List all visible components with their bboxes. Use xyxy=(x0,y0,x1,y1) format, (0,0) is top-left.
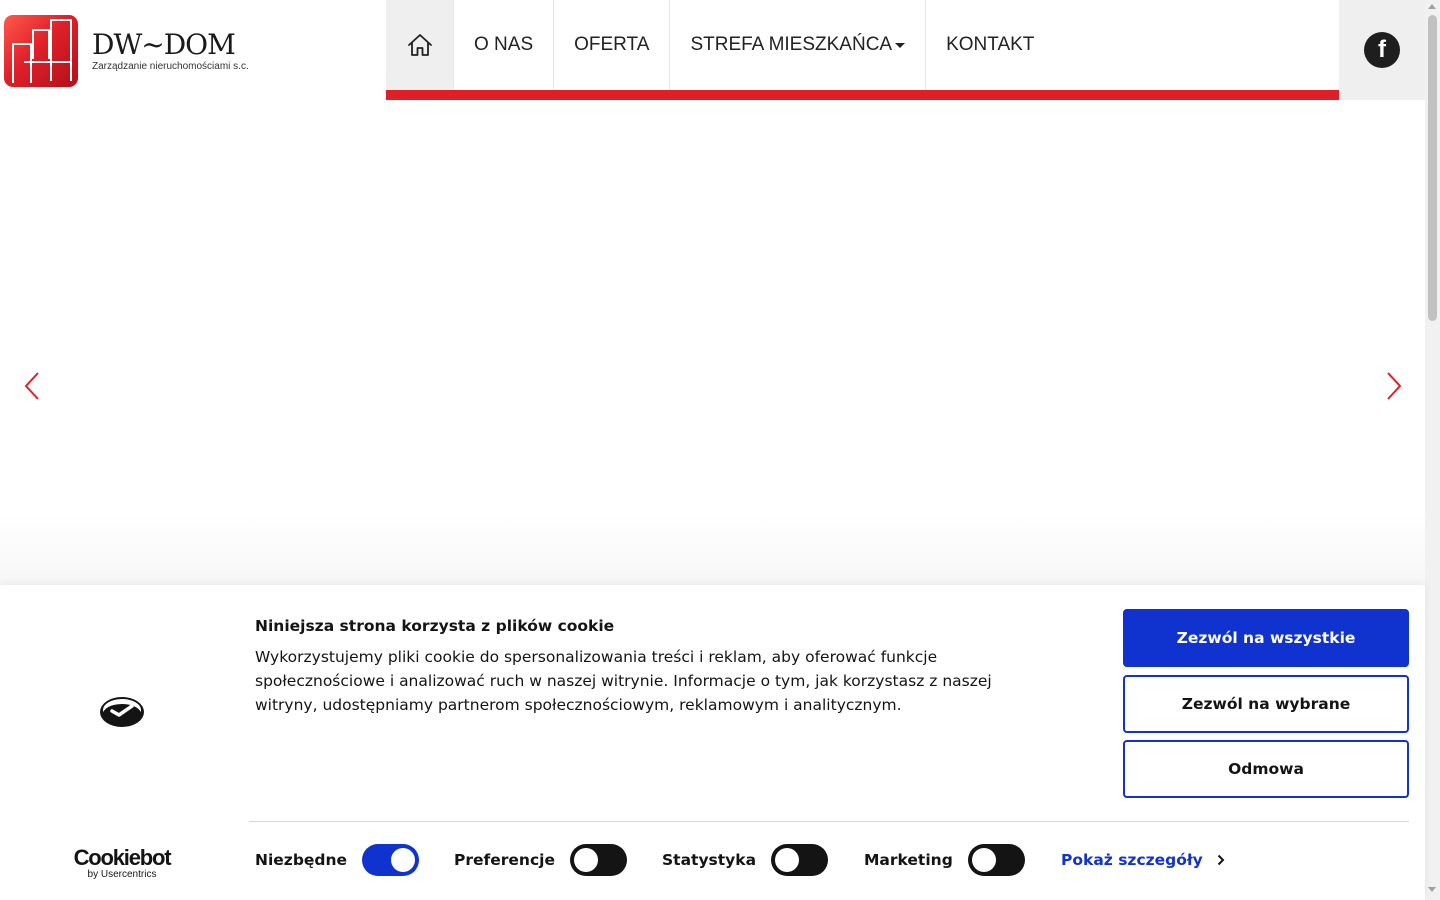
toggle-marketing: Marketing xyxy=(864,844,1025,876)
logo-mark xyxy=(4,15,78,87)
logo-text: DW~DOM Zarządzanie nieruchomościami s.c. xyxy=(92,28,249,73)
cookie-divider xyxy=(249,821,1409,822)
cookiebot-brand[interactable]: Cookiebot by Usercentrics xyxy=(70,846,174,880)
cookie-banner: Niniejsza strona korzysta z plików cooki… xyxy=(0,585,1425,900)
statistics-switch[interactable] xyxy=(771,844,829,876)
nav-item-strefa-mieszkanca[interactable]: STREFA MIESZKAŃCA xyxy=(670,0,927,90)
nav-home[interactable] xyxy=(386,0,454,90)
site-header: DW~DOM Zarządzanie nieruchomościami s.c.… xyxy=(0,0,1425,100)
brand-name: Cookiebot xyxy=(73,845,172,870)
toggle-label: Marketing xyxy=(864,851,953,869)
scroll-down-icon[interactable] xyxy=(1428,887,1436,892)
site-logo[interactable]: DW~DOM Zarządzanie nieruchomościami s.c. xyxy=(4,14,254,88)
allow-selected-button[interactable]: Zezwól na wybrane xyxy=(1123,675,1409,733)
chevron-right-icon xyxy=(1217,854,1225,866)
preferences-switch[interactable] xyxy=(569,844,627,876)
caret-down-icon xyxy=(895,42,906,48)
deny-button[interactable]: Odmowa xyxy=(1123,740,1409,798)
hero-carousel xyxy=(0,100,1425,585)
nav-item-label: OFERTA xyxy=(574,34,650,55)
chevron-right-icon[interactable] xyxy=(1382,370,1406,402)
toggle-preferences: Preferencje xyxy=(454,844,627,876)
home-icon xyxy=(407,34,432,56)
details-label: Pokaż szczegóły xyxy=(1061,851,1203,869)
toggle-label: Niezbędne xyxy=(255,851,348,869)
nav-item-oferta[interactable]: OFERTA xyxy=(554,0,671,90)
nav-item-label: STREFA MIESZKAŃCA xyxy=(690,34,893,55)
nav-item-label: O NAS xyxy=(474,34,534,55)
cookie-description: Wykorzystujemy pliki cookie do spersonal… xyxy=(255,648,992,714)
toggle-statistics: Statystyka xyxy=(662,844,829,876)
cookiebot-logo-icon xyxy=(100,697,144,727)
social-links: f xyxy=(1339,0,1425,100)
facebook-icon[interactable]: f xyxy=(1364,32,1400,68)
toggle-label: Statystyka xyxy=(662,851,757,869)
nav-item-label: KONTAKT xyxy=(946,34,1035,55)
nav-accent-bar xyxy=(386,90,1339,100)
nav-item-o-nas[interactable]: O NAS xyxy=(454,0,555,90)
marketing-switch[interactable] xyxy=(967,844,1025,876)
necessary-switch[interactable] xyxy=(362,844,420,876)
scroll-up-icon[interactable] xyxy=(1428,4,1436,9)
logo-title: DW~DOM xyxy=(92,28,236,61)
toggle-necessary: Niezbędne xyxy=(255,844,420,876)
nav-item-kontakt[interactable]: KONTAKT xyxy=(926,0,1054,90)
scrollbar-thumb[interactable] xyxy=(1428,15,1437,321)
main-nav: O NAS OFERTA STREFA MIESZKAŃCA KONTAKT xyxy=(386,0,1339,100)
allow-all-button[interactable]: Zezwól na wszystkie xyxy=(1123,609,1409,667)
brand-by: by Usercentrics xyxy=(87,869,157,880)
show-details-link[interactable]: Pokaż szczegóły xyxy=(1061,851,1225,869)
cookie-title: Niniejsza strona korzysta z plików cooki… xyxy=(255,617,615,635)
toggle-label: Preferencje xyxy=(454,851,555,869)
logo-subtitle: Zarządzanie nieruchomościami s.c. xyxy=(92,61,249,72)
page-scrollbar[interactable] xyxy=(1425,0,1440,900)
chevron-left-icon[interactable] xyxy=(20,370,44,402)
